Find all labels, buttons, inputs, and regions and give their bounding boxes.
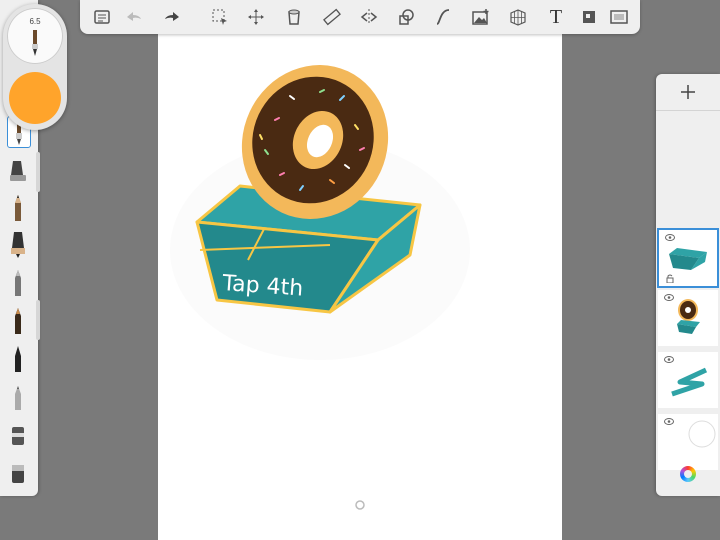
shapes-icon[interactable] (394, 5, 418, 29)
color-wheel-icon[interactable] (680, 466, 696, 482)
brush-eraser[interactable] (7, 458, 29, 488)
layer-thumbnail-zigzag[interactable] (658, 352, 718, 408)
symmetry-icon[interactable] (357, 5, 381, 29)
layer-thumbnail-donut[interactable] (658, 290, 718, 346)
drawing-canvas[interactable]: Tap 4th (158, 0, 562, 540)
select-icon[interactable] (208, 5, 232, 29)
artwork: Tap 4th (170, 65, 470, 510)
brush-size-control[interactable]: 6.5 (7, 8, 63, 64)
plus-icon (681, 85, 695, 99)
lock-icon[interactable] (666, 274, 674, 283)
redo-icon[interactable] (160, 5, 184, 29)
current-color-swatch[interactable] (9, 72, 61, 124)
fill-icon[interactable] (282, 5, 306, 29)
eye-icon[interactable] (665, 234, 675, 241)
perspective-icon[interactable] (506, 5, 530, 29)
eye-icon[interactable] (664, 418, 674, 425)
image-icon[interactable] (469, 5, 493, 29)
fullscreen-icon[interactable] (607, 5, 631, 29)
eye-icon[interactable] (664, 294, 674, 301)
brush-bar-handle[interactable] (36, 300, 40, 340)
eye-icon[interactable] (664, 356, 674, 363)
undo-icon[interactable] (122, 5, 146, 29)
curve-icon[interactable] (431, 5, 455, 29)
brush-felt-pen[interactable] (7, 306, 29, 336)
layers-icon[interactable] (577, 5, 601, 29)
pen-icon (32, 30, 38, 56)
brush-pencil[interactable] (7, 193, 29, 223)
move-icon[interactable] (244, 5, 268, 29)
brush-size-value: 6.5 (29, 17, 41, 26)
brush-brush-pen[interactable] (7, 344, 29, 374)
brush-bar-handle[interactable] (36, 152, 40, 192)
add-layer-button[interactable] (656, 74, 720, 111)
ruler-icon[interactable] (320, 5, 344, 29)
brush-fine-liner[interactable] (7, 382, 29, 412)
brush-marker[interactable] (7, 268, 29, 298)
brush-smudge[interactable] (7, 420, 29, 450)
brush-airbrush[interactable] (7, 156, 29, 186)
list-icon[interactable] (90, 5, 114, 29)
top-toolbar: T (80, 0, 640, 34)
text-icon[interactable]: T (544, 5, 568, 29)
text-tool-glyph: T (549, 6, 563, 28)
layer-thumbnail-box[interactable] (657, 228, 719, 288)
brush-ink-pen[interactable] (7, 230, 29, 260)
layers-panel (656, 74, 720, 496)
brush-puck[interactable]: 6.5 (3, 4, 67, 130)
layer-thumbnail-background[interactable] (658, 414, 718, 470)
